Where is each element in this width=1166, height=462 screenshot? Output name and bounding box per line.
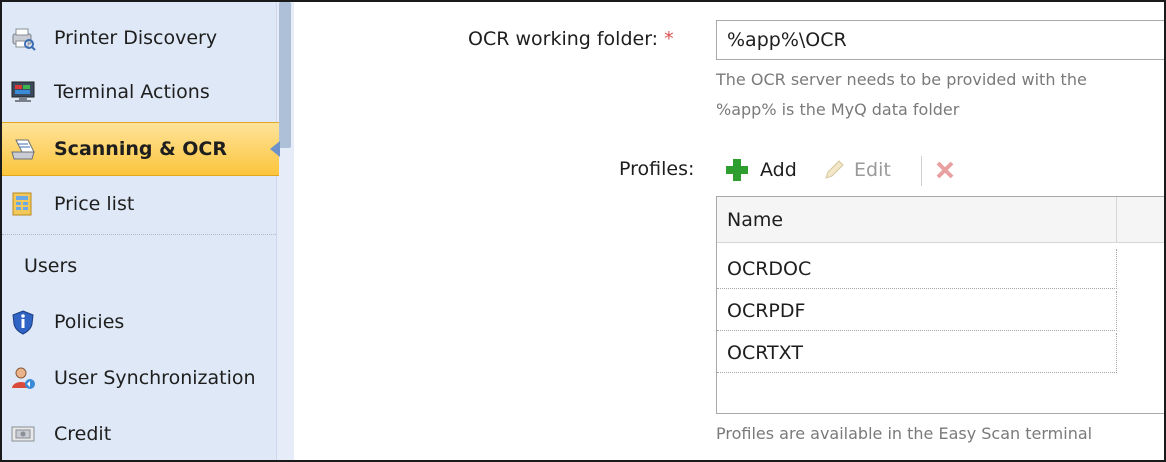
sidebar-item-label: Credit: [54, 423, 112, 445]
add-label: Add: [760, 159, 797, 181]
sidebar-item-label: Price list: [54, 193, 135, 215]
sidebar-item-policies[interactable]: Policies: [2, 296, 276, 348]
sidebar-item-scanning-ocr[interactable]: Scanning & OCR: [2, 122, 280, 176]
column-header-name[interactable]: Name: [717, 197, 1117, 243]
profiles-label: Profiles:: [619, 158, 695, 180]
price-list-icon: [10, 191, 36, 217]
sidebar-item-users[interactable]: Users: [2, 240, 276, 292]
table-row[interactable]: OCRPDF: [717, 291, 1117, 331]
delete-x-icon: [934, 159, 956, 181]
shield-icon: [10, 309, 36, 335]
column-header-filler: [1117, 197, 1164, 243]
profiles-grid: Name OCRDOC OCRPDF OCRTXT: [716, 196, 1164, 414]
add-profile-button[interactable]: Add: [724, 152, 797, 188]
user-sync-icon: [10, 365, 36, 391]
app-window: Printer Discovery Terminal Actions Scann…: [0, 0, 1166, 462]
edit-label: Edit: [854, 159, 891, 181]
sidebar-item-credit[interactable]: Credit: [2, 408, 276, 460]
ocr-folder-label-text: OCR working folder:: [468, 28, 659, 50]
terminal-actions-icon: [10, 79, 36, 105]
credit-icon: [10, 421, 36, 447]
sidebar-item-terminal-actions[interactable]: Terminal Actions: [2, 66, 276, 118]
users-icon: [2, 253, 8, 279]
sidebar-item-user-synchronization[interactable]: User Synchronization: [2, 352, 276, 404]
ocr-folder-hint-line1: The OCR server needs to be provided with…: [716, 70, 1087, 89]
profiles-footer-hint: Profiles are available in the Easy Scan …: [716, 424, 1093, 443]
printer-discovery-icon: [10, 25, 36, 51]
sidebar-item-label: Policies: [54, 311, 125, 333]
required-marker: *: [664, 28, 674, 50]
sidebar-item-label: User Synchronization: [54, 367, 256, 389]
ocr-folder-label: OCR working folder: *: [468, 28, 674, 50]
sidebar-item-printer-discovery[interactable]: Printer Discovery: [2, 12, 276, 64]
ocr-folder-input[interactable]: [716, 20, 1164, 60]
sidebar-scrollbar-thumb[interactable]: [279, 2, 291, 148]
toolbar-separator: [921, 156, 922, 186]
pencil-icon: [822, 158, 846, 182]
delete-profile-button[interactable]: [934, 152, 956, 188]
sidebar-item-label: Users: [24, 255, 78, 277]
plus-icon: [724, 157, 750, 183]
table-row[interactable]: OCRTXT: [717, 333, 1117, 373]
sidebar-item-label: Scanning & OCR: [54, 138, 227, 160]
main-panel: OCR working folder: * The OCR server nee…: [294, 2, 1164, 460]
sidebar-divider: [2, 234, 276, 235]
scanner-icon: [10, 136, 36, 162]
ocr-folder-hint-line2: %app% is the MyQ data folder: [716, 100, 960, 119]
table-row[interactable]: OCRDOC: [717, 249, 1117, 289]
sidebar-item-label: Terminal Actions: [54, 81, 210, 103]
selection-arrow-icon: [270, 141, 280, 157]
edit-profile-button[interactable]: Edit: [822, 152, 891, 188]
sidebar-item-label: Printer Discovery: [54, 27, 218, 49]
sidebar: Printer Discovery Terminal Actions Scann…: [2, 2, 280, 460]
sidebar-item-price-list[interactable]: Price list: [2, 178, 276, 230]
